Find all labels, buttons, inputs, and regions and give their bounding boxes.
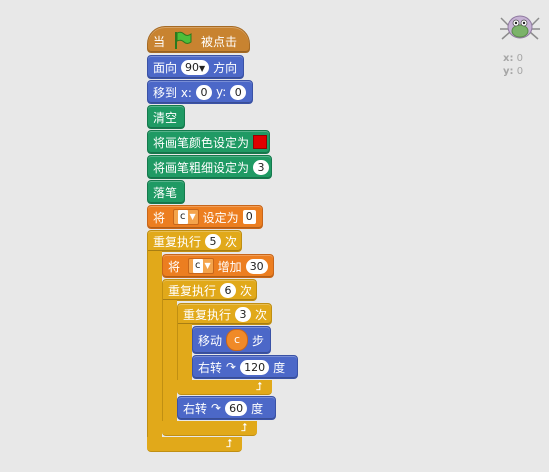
hat-prefix: 当 bbox=[153, 35, 166, 49]
turn-right-block-outer[interactable]: 右转 ↷ 60 度 bbox=[177, 396, 276, 420]
clear-label: 清空 bbox=[153, 110, 178, 125]
set-var-prefix: 将 bbox=[153, 210, 166, 225]
rotate-clockwise-icon: ↷ bbox=[211, 401, 222, 415]
repeat3-count-input[interactable]: 3 bbox=[235, 306, 252, 322]
repeat1-prefix: 重复执行 bbox=[153, 234, 202, 249]
go-to-label: 移到 x: bbox=[153, 85, 192, 100]
turn1-suffix: 度 bbox=[273, 360, 286, 375]
loop-arrow-icon: ⮥ bbox=[256, 380, 263, 393]
sprite-y-readout: y: 0 bbox=[503, 66, 524, 77]
repeat2-count-input[interactable]: 6 bbox=[220, 282, 237, 298]
change-var-value-input[interactable]: 30 bbox=[245, 258, 268, 274]
move-steps-block[interactable]: 移动 c 步 bbox=[192, 326, 271, 354]
point-in-direction-block[interactable]: 面向 90▼ 方向 bbox=[147, 55, 244, 79]
repeat3-prefix: 重复执行 bbox=[183, 307, 232, 322]
set-pen-color-block[interactable]: 将画笔颜色设定为 bbox=[147, 130, 270, 154]
variable-dropdown[interactable]: c ▼ bbox=[173, 209, 199, 225]
set-pen-size-block[interactable]: 将画笔粗细设定为 3 bbox=[147, 155, 272, 179]
when-flag-clicked-block[interactable]: 当 被点击 bbox=[147, 26, 250, 53]
pen-down-block[interactable]: 落笔 bbox=[147, 180, 185, 204]
set-var-value-input[interactable]: 0 bbox=[242, 210, 256, 224]
set-var-mid: 设定为 bbox=[202, 210, 239, 225]
turn2-degrees-input[interactable]: 60 bbox=[225, 400, 248, 416]
turn2-prefix: 右转 bbox=[183, 401, 208, 416]
bug-sprite-icon[interactable] bbox=[499, 12, 541, 42]
move-prefix: 移动 bbox=[198, 333, 223, 348]
y-input[interactable]: 0 bbox=[230, 84, 247, 100]
dropdown-arrow-icon: ▼ bbox=[204, 261, 211, 270]
dropdown-arrow-icon: ▼ bbox=[189, 212, 196, 221]
direction-dropdown[interactable]: 90▼ bbox=[181, 59, 210, 75]
repeat3-suffix: 次 bbox=[255, 307, 268, 322]
set-variable-block[interactable]: 将 c ▼ 设定为 0 bbox=[147, 205, 263, 229]
change-var-prefix: 将 bbox=[168, 259, 181, 274]
repeat3-side-bar bbox=[177, 324, 192, 384]
change-var-mid: 增加 bbox=[217, 259, 242, 274]
scripts-area[interactable]: 当 被点击 面向 90▼ 方向 移到 x: 0 y: 0 清空 将画笔颜色设定为… bbox=[0, 0, 549, 472]
rotate-clockwise-icon: ↷ bbox=[226, 360, 237, 374]
move-suffix: 步 bbox=[252, 333, 265, 348]
point-direction-suffix: 方向 bbox=[213, 60, 238, 75]
pen-size-input[interactable]: 3 bbox=[253, 159, 270, 175]
change-variable-block[interactable]: 将 c ▼ 增加 30 bbox=[162, 254, 274, 278]
variable-dropdown[interactable]: c ▼ bbox=[188, 258, 214, 274]
loop-arrow-icon: ⮥ bbox=[241, 421, 248, 434]
clear-block[interactable]: 清空 bbox=[147, 105, 185, 129]
repeat-block-inner[interactable]: 重复执行 3 次 bbox=[177, 303, 272, 325]
loop-arrow-icon: ⮥ bbox=[226, 437, 233, 450]
repeat-block-middle[interactable]: 重复执行 6 次 bbox=[162, 279, 257, 301]
pen-down-label: 落笔 bbox=[153, 185, 178, 200]
point-direction-label: 面向 bbox=[153, 60, 178, 75]
repeat-block-outer[interactable]: 重复执行 5 次 bbox=[147, 230, 242, 252]
repeat2-suffix: 次 bbox=[240, 283, 253, 298]
turn1-degrees-input[interactable]: 120 bbox=[240, 359, 270, 375]
sprite-x-readout: x: 0 bbox=[503, 53, 524, 64]
hat-suffix: 被点击 bbox=[201, 35, 238, 49]
repeat1-count-input[interactable]: 5 bbox=[205, 233, 222, 249]
repeat2-prefix: 重复执行 bbox=[168, 283, 217, 298]
dropdown-arrow-icon: ▼ bbox=[199, 63, 206, 73]
variable-reporter[interactable]: c bbox=[226, 329, 249, 351]
set-pen-color-label: 将画笔颜色设定为 bbox=[153, 135, 250, 150]
go-to-y-label: y: bbox=[215, 85, 227, 99]
turn2-suffix: 度 bbox=[251, 401, 264, 416]
x-input[interactable]: 0 bbox=[195, 84, 212, 100]
green-flag-icon bbox=[173, 31, 193, 52]
pen-color-swatch[interactable] bbox=[253, 135, 268, 149]
repeat2-side-bar bbox=[162, 300, 177, 425]
repeat1-side-bar bbox=[147, 251, 162, 441]
turn1-prefix: 右转 bbox=[198, 360, 223, 375]
go-to-xy-block[interactable]: 移到 x: 0 y: 0 bbox=[147, 80, 253, 104]
turn-right-block-inner[interactable]: 右转 ↷ 120 度 bbox=[192, 355, 298, 379]
set-pen-size-label: 将画笔粗细设定为 bbox=[153, 160, 250, 175]
repeat1-suffix: 次 bbox=[225, 234, 238, 249]
